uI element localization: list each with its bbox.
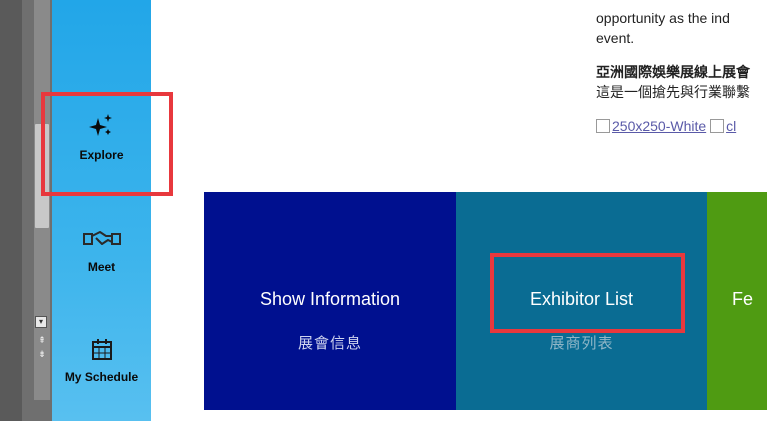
chinese-title: 亞洲國際娛樂展線上展會 [596,64,750,80]
chinese-body: 這是一個搶先與行業聯繫 [596,84,750,100]
intro-line-1: opportunity as the ind [596,10,730,26]
image-link-250x250[interactable]: 250x250-White [596,118,706,134]
sidebar: Explore Meet My Schedule [52,0,151,421]
sidebar-item-label: Meet [87,260,116,274]
calendar-icon [52,338,151,366]
tile-subtitle: 展會信息 [297,334,362,352]
highlight-box-explore [41,92,173,196]
handshake-icon [52,228,151,256]
tile-partial[interactable]: Fe [707,192,767,410]
tile-show-information[interactable]: Show Information 展會信息 [204,192,456,410]
sidebar-item-label: My Schedule [64,370,139,384]
tile-title: Fe [732,289,754,309]
scroll-down-arrow-icon[interactable]: ▾ [35,316,47,328]
scroll-up-double-icon[interactable]: ⇞ [37,336,47,346]
intro-text: opportunity as the ind event. 亞洲國際娛樂展線上展… [596,8,767,136]
broken-image-icon [710,119,725,133]
sidebar-item-my-schedule[interactable]: My Schedule [52,338,151,384]
broken-image-icon [596,119,610,133]
image-link-cl[interactable]: cl [710,118,736,134]
tile-subtitle: 展商列表 [549,334,614,352]
scroll-down-double-icon[interactable]: ⇟ [37,350,47,360]
tile-title: Show Information [259,289,401,309]
window-edge [0,0,22,421]
sidebar-item-meet[interactable]: Meet [52,228,151,274]
intro-line-2: event. [596,30,635,46]
image-links: 250x250-White cl [596,116,767,136]
highlight-box-exhibitor [490,253,685,333]
